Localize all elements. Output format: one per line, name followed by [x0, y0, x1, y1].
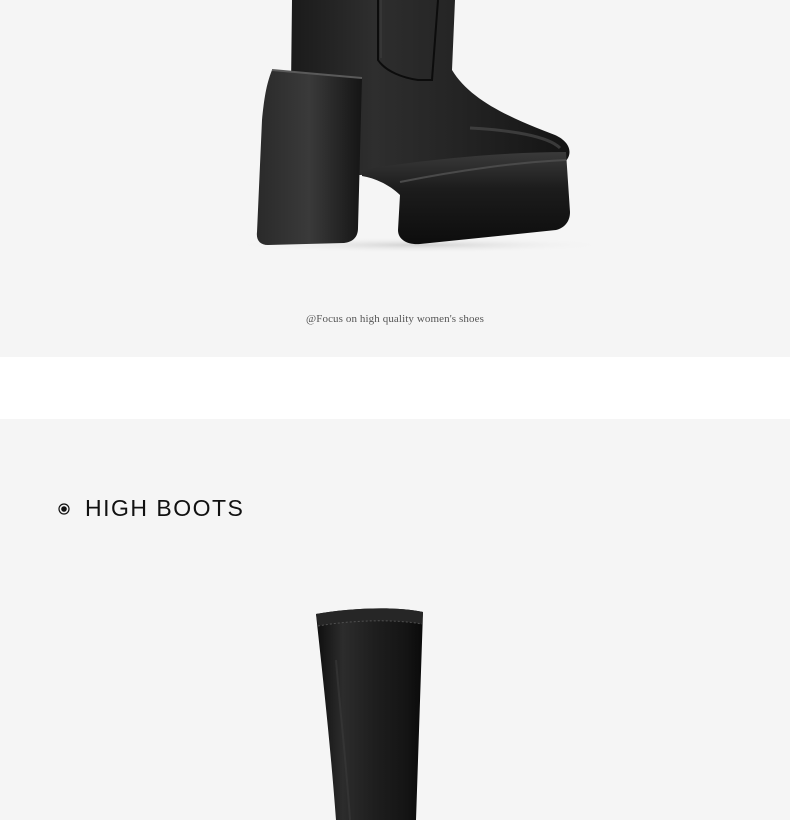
product-detail-page: @Focus on high quality women's shoes HIG…	[0, 0, 790, 820]
high-boot-image	[316, 608, 423, 820]
platform-ankle-boot-image	[230, 0, 610, 253]
section-heading: HIGH BOOTS	[58, 495, 244, 522]
caption-text: @Focus on high quality women's shoes	[306, 313, 484, 325]
section-title: HIGH BOOTS	[85, 495, 245, 521]
radio-dot-icon	[58, 502, 70, 515]
section-separator	[0, 357, 790, 419]
product-image-panel-top: @Focus on high quality women's shoes	[0, 0, 790, 357]
